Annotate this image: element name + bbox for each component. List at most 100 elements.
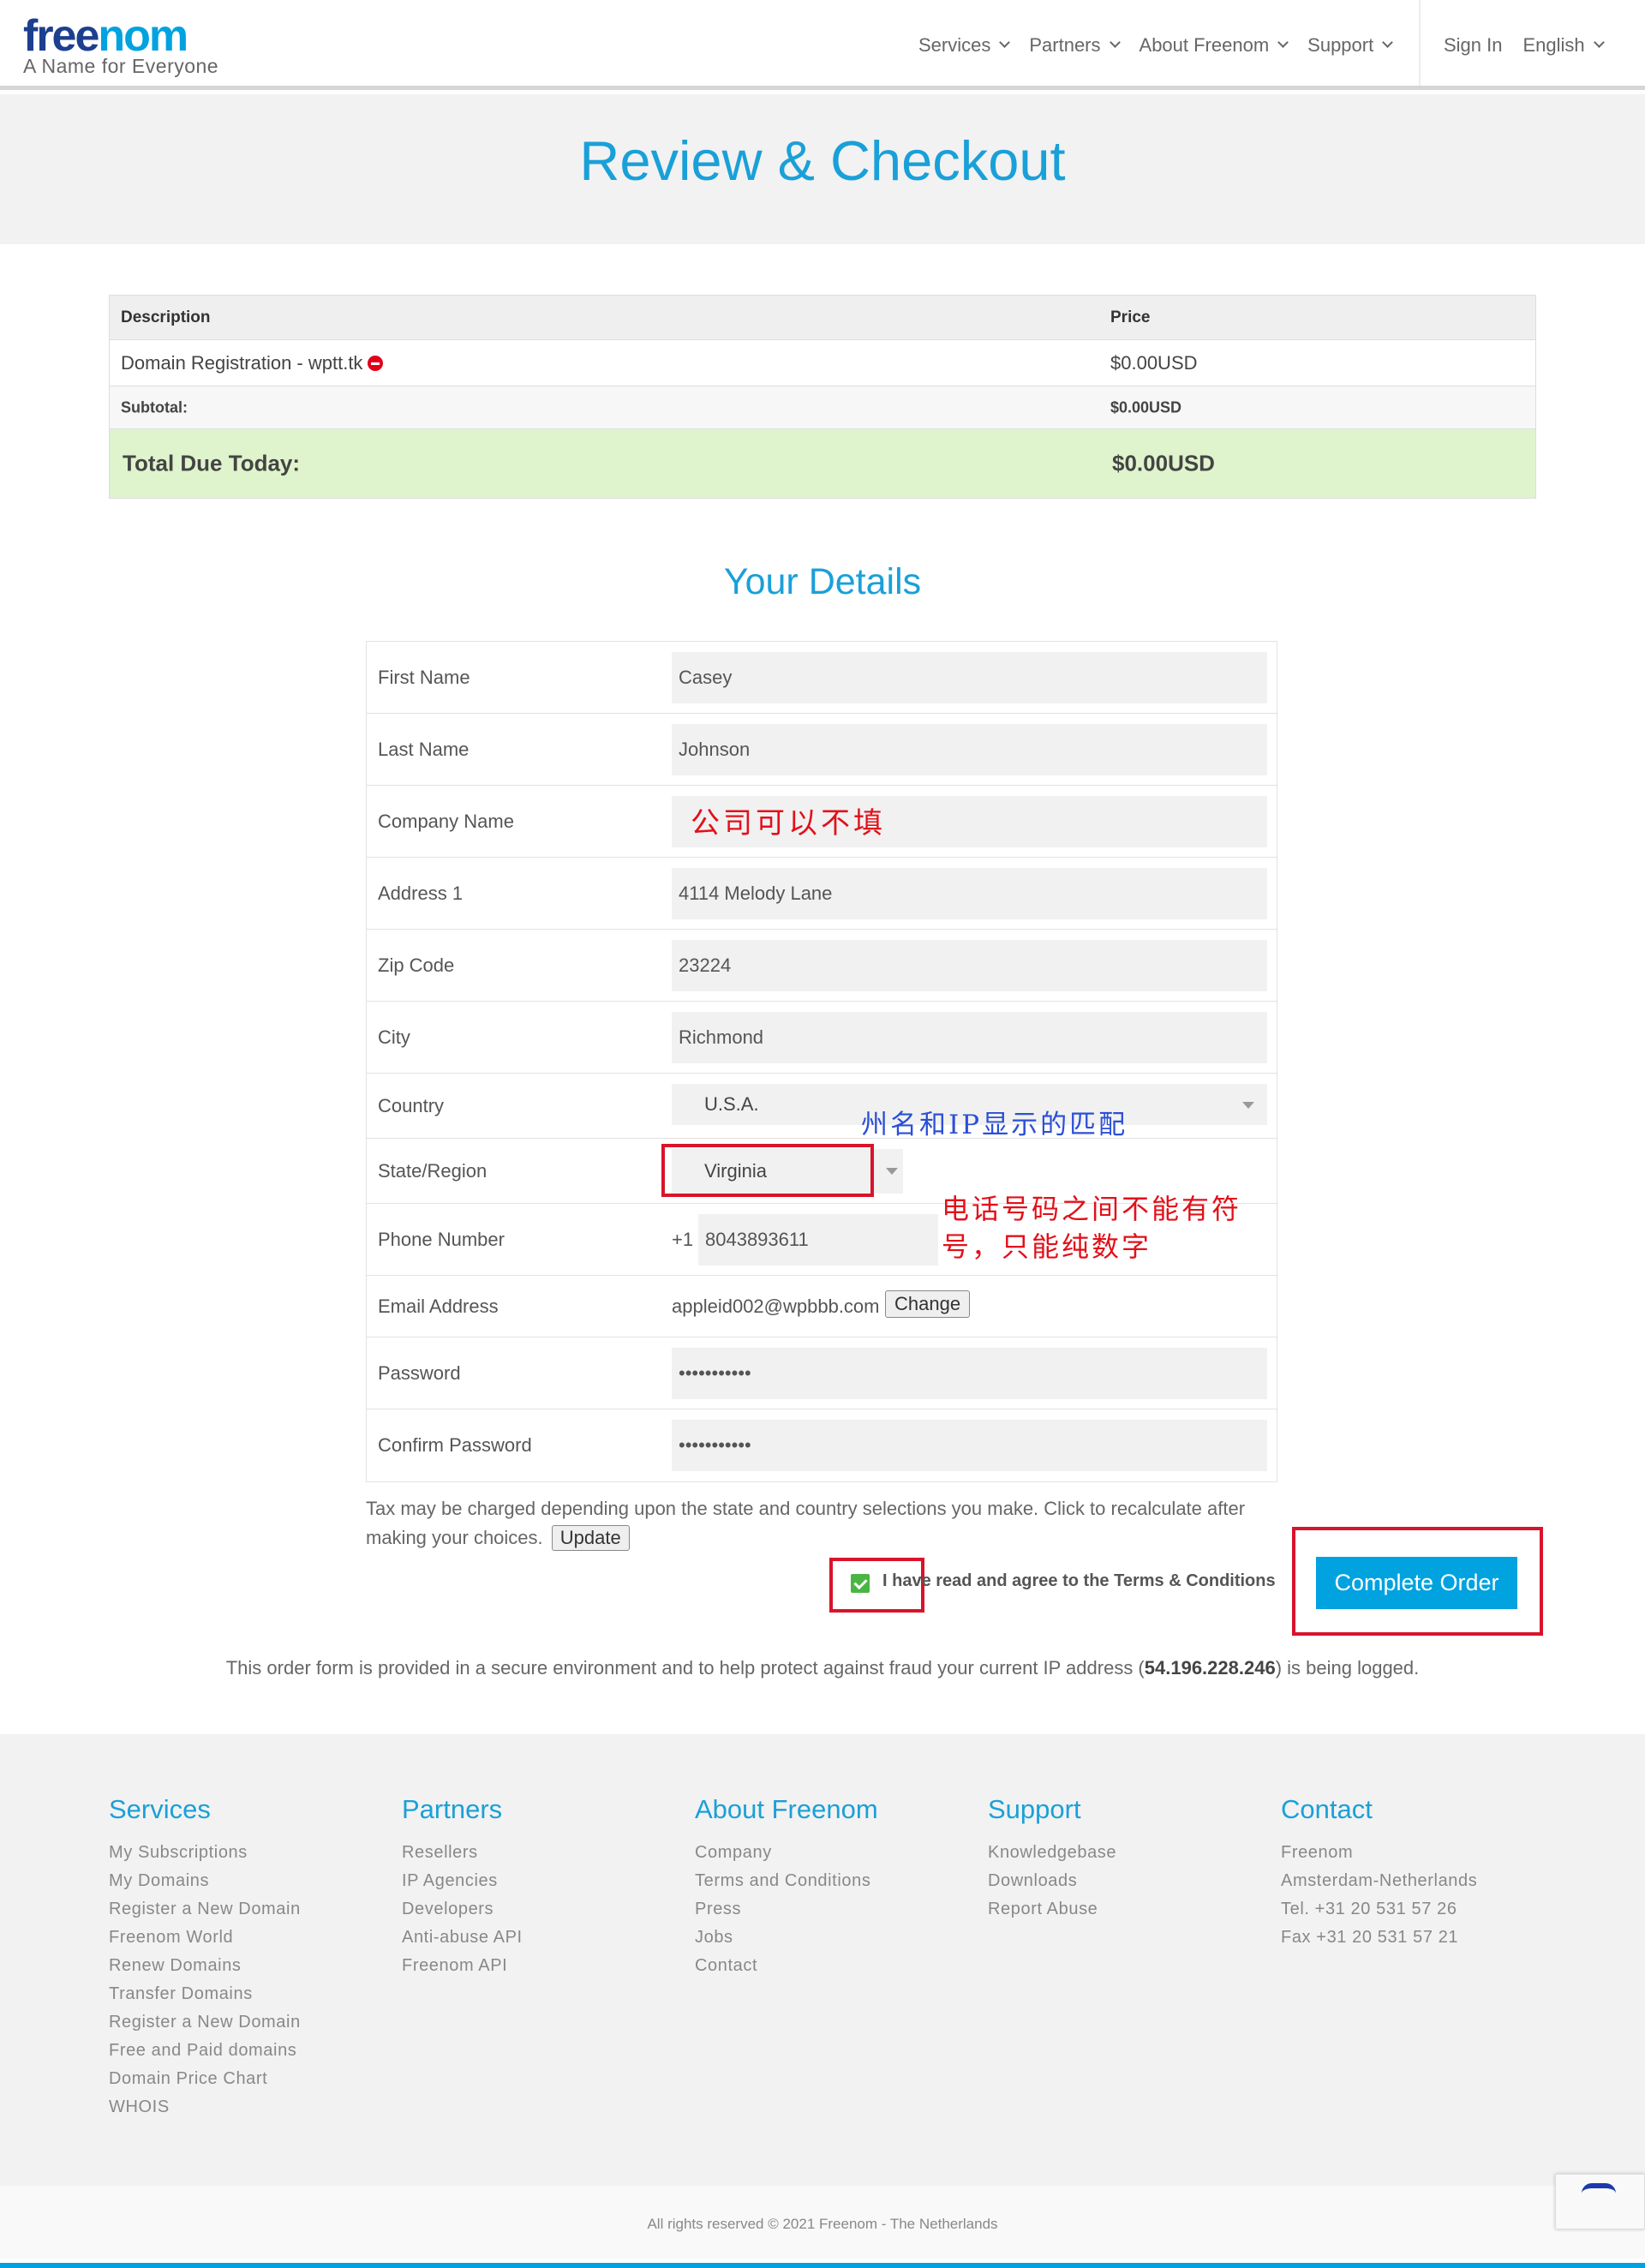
caret-down-icon — [1242, 1102, 1254, 1109]
footer-about: About Freenom Company Terms and Conditio… — [695, 1794, 878, 1980]
footer-link[interactable]: My Domains — [109, 1867, 301, 1895]
footer-link[interactable]: Press — [695, 1895, 878, 1924]
confirm-password-input[interactable] — [672, 1420, 1267, 1471]
footer-link[interactable]: Freenom World — [109, 1924, 301, 1952]
subtotal-value: $0.00USD — [1110, 398, 1182, 416]
row-confirm-password: Confirm Password — [367, 1409, 1277, 1481]
footer-link[interactable]: Transfer Domains — [109, 1980, 301, 2008]
email-label: Email Address — [378, 1295, 499, 1317]
chevron-down-icon — [1277, 37, 1289, 48]
footer-link[interactable]: Company — [695, 1839, 878, 1867]
last-name-input[interactable] — [672, 724, 1267, 775]
address-input[interactable] — [672, 868, 1267, 919]
password-input[interactable] — [672, 1348, 1267, 1399]
secure-note: This order form is provided in a secure … — [0, 1657, 1645, 1679]
terms-agree-label[interactable]: I have read and agree to the Terms & Con… — [882, 1571, 1276, 1591]
footer-link[interactable]: Register a New Domain — [109, 1895, 301, 1924]
row-state: State/Region Virginia 电话号码之间不能有符 — [367, 1139, 1277, 1225]
chevron-down-icon — [1593, 37, 1605, 48]
footer-contact: Contact Freenom Amsterdam-Netherlands Te… — [1281, 1794, 1477, 1952]
nav-services[interactable]: Services — [918, 33, 1011, 57]
address-label: Address 1 — [378, 882, 464, 904]
update-button[interactable]: Update — [551, 1525, 630, 1551]
state-highlight-box — [661, 1144, 874, 1197]
city-input[interactable] — [672, 1012, 1267, 1063]
contact-line: Amsterdam-Netherlands — [1281, 1871, 1478, 1890]
language-selector[interactable]: English — [1522, 33, 1605, 57]
row-email: Email Address appleid002@wpbbb.com Chang… — [367, 1276, 1277, 1337]
email-value: appleid002@wpbbb.com — [672, 1295, 880, 1317]
details-form: First Name Last Name Company Name 公司可以不填… — [366, 641, 1277, 1482]
row-phone: Phone Number +1 号，只能纯数字 — [367, 1204, 1277, 1276]
phone-annotation-line-2: 号，只能纯数字 — [942, 1230, 1152, 1263]
caret-down-icon — [886, 1168, 898, 1175]
row-first-name: First Name — [367, 642, 1277, 714]
footer-link[interactable]: Contact — [695, 1952, 878, 1980]
contact-line: Fax +31 20 531 57 21 — [1281, 1928, 1459, 1947]
order-summary-table: Description Price Domain Registration - … — [109, 295, 1536, 499]
chevron-down-icon — [1109, 37, 1121, 48]
order-table-header: Description Price — [110, 296, 1535, 340]
footer-link[interactable]: Knowledgebase — [988, 1839, 1116, 1867]
logo-tagline: A Name for Everyone — [23, 55, 219, 77]
change-email-button[interactable]: Change — [885, 1290, 971, 1318]
footer-support: Support Knowledgebase Downloads Report A… — [988, 1794, 1116, 1924]
state-label: State/Region — [378, 1159, 488, 1182]
recaptcha-badge[interactable] — [1555, 2174, 1645, 2229]
footer-link[interactable]: My Subscriptions — [109, 1839, 301, 1867]
zip-input[interactable] — [672, 940, 1267, 991]
nav-divider — [1419, 0, 1421, 86]
subtotal-row: Subtotal: $0.00USD — [110, 386, 1535, 429]
col-price: Price — [1110, 308, 1151, 326]
remove-icon[interactable] — [368, 355, 384, 371]
logo-nom: nom — [98, 11, 188, 61]
nav-about[interactable]: About Freenom — [1139, 33, 1289, 57]
footer-link[interactable]: Domain Price Chart — [109, 2065, 301, 2093]
row-last-name: Last Name — [367, 714, 1277, 786]
chevron-down-icon — [999, 37, 1011, 48]
order-item-cell: Domain Registration - wptt.tk — [121, 352, 384, 374]
footer-partners-title: Partners — [402, 1794, 503, 1824]
secure-note-after: ) is being logged. — [1275, 1657, 1420, 1679]
footer-link[interactable]: Terms and Conditions — [695, 1867, 878, 1895]
footer-contact-title: Contact — [1281, 1794, 1373, 1824]
footer-link[interactable]: Free and Paid domains — [109, 2037, 301, 2065]
contact-line: Freenom — [1281, 1843, 1354, 1862]
footer-link[interactable]: Register a New Domain — [109, 2008, 301, 2037]
first-name-input[interactable] — [672, 652, 1267, 703]
footer-link[interactable]: Resellers — [402, 1839, 523, 1867]
footer-link[interactable]: Developers — [402, 1895, 523, 1924]
language-label: English — [1522, 33, 1585, 56]
footer-services: Services My Subscriptions My Domains Reg… — [109, 1794, 301, 2121]
last-name-label: Last Name — [378, 738, 470, 760]
footer-link[interactable]: IP Agencies — [402, 1867, 523, 1895]
footer-link[interactable]: WHOIS — [109, 2093, 301, 2121]
phone-label: Phone Number — [378, 1228, 505, 1250]
footer-services-title: Services — [109, 1794, 211, 1824]
phone-input[interactable] — [698, 1214, 938, 1266]
first-name-label: First Name — [378, 666, 470, 688]
sign-in-link[interactable]: Sign In — [1444, 34, 1503, 57]
phone-country-code: +1 — [672, 1228, 694, 1250]
country-label: Country — [378, 1094, 445, 1116]
nav-services-label: Services — [918, 33, 991, 56]
password-label: Password — [378, 1361, 461, 1384]
nav-support[interactable]: Support — [1307, 33, 1394, 57]
nav-partners[interactable]: Partners — [1029, 34, 1121, 57]
nav-support-label: Support — [1307, 33, 1374, 56]
footer-about-title: About Freenom — [695, 1794, 878, 1824]
logo-wordmark: freenom — [23, 12, 218, 60]
complete-order-highlight-box — [1292, 1527, 1543, 1636]
sign-in-label: Sign In — [1444, 33, 1503, 56]
ip-address: 54.196.228.246 — [1144, 1657, 1276, 1679]
item-price: $0.00USD — [1110, 351, 1198, 374]
footer-link[interactable]: Downloads — [988, 1867, 1116, 1895]
footer-link[interactable]: Jobs — [695, 1924, 878, 1952]
user-nav: Sign In English — [1444, 0, 1624, 90]
nav-about-label: About Freenom — [1139, 33, 1270, 56]
footer-link[interactable]: Report Abuse — [988, 1895, 1116, 1924]
freenom-logo[interactable]: freenom A Name for Everyone — [23, 12, 218, 78]
footer-link[interactable]: Anti-abuse API — [402, 1924, 523, 1952]
footer-link[interactable]: Renew Domains — [109, 1952, 301, 1980]
footer-link[interactable]: Freenom API — [402, 1952, 523, 1980]
